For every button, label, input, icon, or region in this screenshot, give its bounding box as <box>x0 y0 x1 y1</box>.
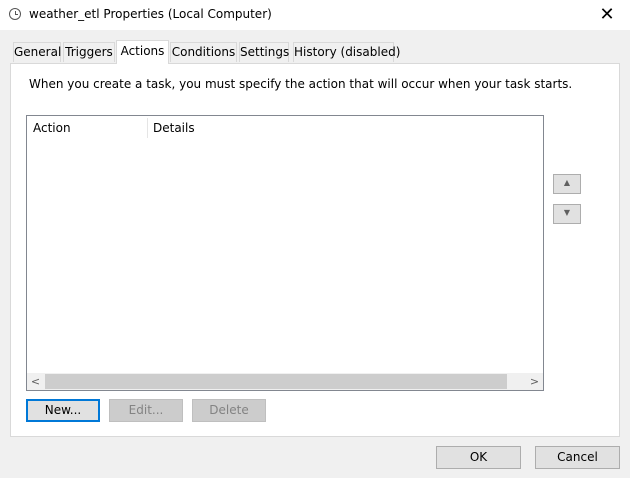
close-button[interactable]: ✕ <box>584 0 630 30</box>
ok-button[interactable]: OK <box>436 446 521 469</box>
cancel-button[interactable]: Cancel <box>535 446 620 469</box>
arrow-down-icon: ▼ <box>563 208 571 217</box>
delete-button[interactable]: Delete <box>192 399 266 422</box>
tab-conditions[interactable]: Conditions <box>170 42 237 62</box>
move-down-button[interactable]: ▼ <box>553 204 581 224</box>
arrow-up-icon: ▲ <box>563 178 571 187</box>
tab-settings[interactable]: Settings <box>239 42 289 62</box>
tab-general[interactable]: General <box>13 42 61 62</box>
actions-description: When you create a task, you must specify… <box>29 77 573 91</box>
tab-triggers[interactable]: Triggers <box>63 42 115 62</box>
window-title: weather_etl Properties (Local Computer) <box>29 7 272 21</box>
column-header-details[interactable]: Details <box>147 116 347 140</box>
column-header-action[interactable]: Action <box>27 116 147 140</box>
scroll-left-icon[interactable]: < <box>27 373 44 390</box>
new-button[interactable]: New... <box>26 399 100 422</box>
close-icon: ✕ <box>599 4 615 25</box>
move-up-button[interactable]: ▲ <box>553 174 581 194</box>
horizontal-scrollbar[interactable]: < > <box>27 373 543 390</box>
scroll-right-icon[interactable]: > <box>526 373 543 390</box>
clock-icon <box>9 8 21 20</box>
tab-actions[interactable]: Actions <box>116 40 169 64</box>
title-bar: weather_etl Properties (Local Computer) … <box>0 0 630 30</box>
tab-history[interactable]: History (disabled) <box>293 42 400 62</box>
actions-list[interactable]: Action Details < > <box>26 115 544 391</box>
scrollbar-thumb[interactable] <box>45 374 507 389</box>
edit-button[interactable]: Edit... <box>109 399 183 422</box>
